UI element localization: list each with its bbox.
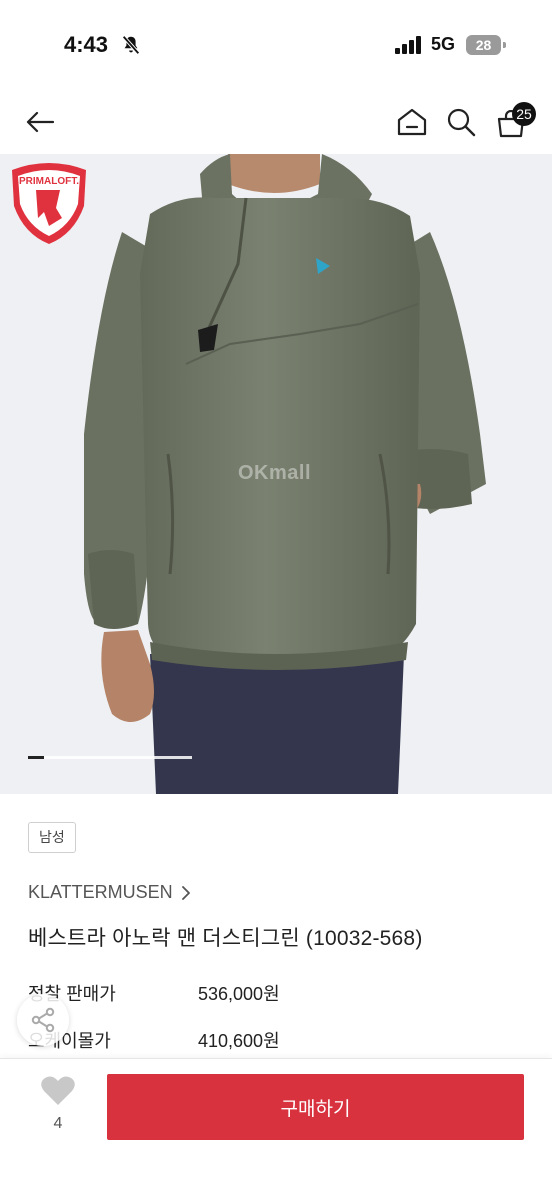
signal-icon <box>395 36 421 54</box>
regular-price-value: 536,000원 <box>198 984 280 1004</box>
network-label: 5G <box>431 34 456 54</box>
cart-count-badge: 25 <box>512 102 536 126</box>
back-arrow-icon <box>26 111 55 133</box>
brand-name: KLATTERMUSEN <box>28 882 173 902</box>
app-header: 25 <box>0 90 552 154</box>
product-title: 베스트라 아노락 맨 더스티그린 (10032-568) <box>28 927 423 950</box>
product-image-carousel[interactable]: PRIMALOFT. OKmall <box>0 154 552 794</box>
gender-tag: 남성 <box>28 822 76 853</box>
battery-level: 28 <box>475 37 492 53</box>
carousel-progress-thumb <box>28 756 44 759</box>
carousel-progress <box>28 756 192 759</box>
home-icon <box>397 108 427 136</box>
okmall-price-value: 410,600원 <box>198 1031 280 1051</box>
status-time: 4:43 <box>64 32 109 57</box>
battery-icon: 28 <box>466 35 506 55</box>
primaloft-badge-text: PRIMALOFT. <box>19 176 79 187</box>
heart-icon <box>41 1076 75 1105</box>
back-button[interactable] <box>18 100 62 144</box>
bottom-action-bar: 4 구매하기 <box>0 1058 552 1200</box>
cart-button[interactable]: 25 <box>490 100 536 144</box>
primaloft-badge-icon: PRIMALOFT. <box>12 163 86 244</box>
buy-button[interactable]: 구매하기 <box>107 1074 524 1140</box>
share-button[interactable] <box>17 994 69 1046</box>
home-button[interactable] <box>390 100 434 144</box>
like-count: 4 <box>53 1115 63 1132</box>
status-bar: 4:43 5G 28 <box>0 0 552 90</box>
search-icon <box>447 108 476 137</box>
like-button[interactable]: 4 <box>34 1075 82 1141</box>
chevron-right-icon <box>181 885 190 900</box>
mute-bell-icon <box>122 35 140 55</box>
search-button[interactable] <box>439 100 483 144</box>
brand-link[interactable]: KLATTERMUSEN <box>28 882 191 903</box>
watermark: OKmall <box>238 462 312 484</box>
share-icon <box>31 1007 55 1033</box>
